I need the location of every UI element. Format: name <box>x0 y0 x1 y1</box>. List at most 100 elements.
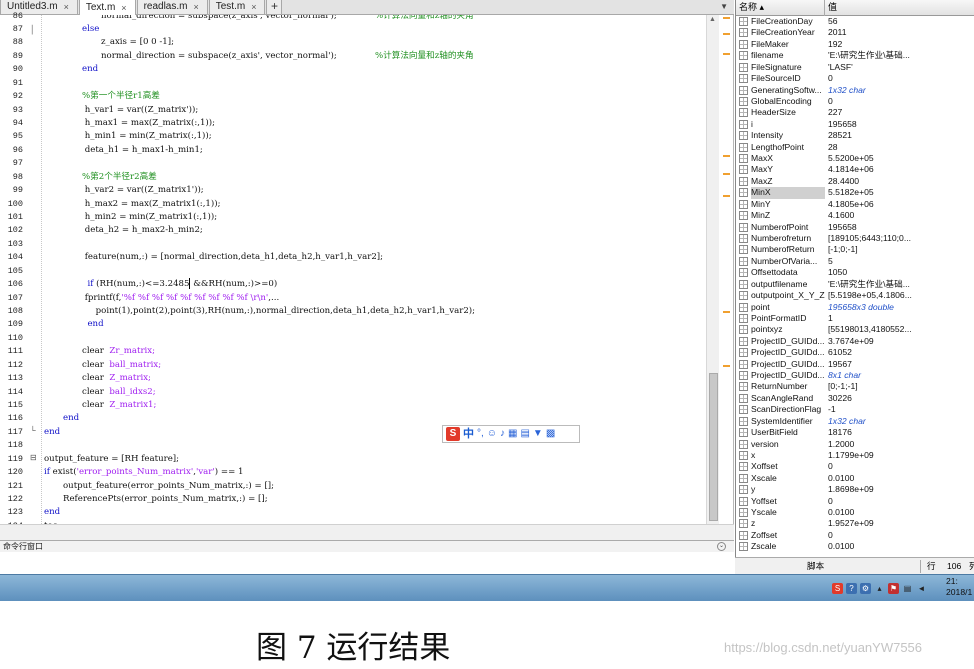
line-number[interactable]: 89 <box>13 50 23 63</box>
code-line[interactable]: else <box>82 23 99 36</box>
new-tab-button[interactable]: + <box>266 0 283 14</box>
variable-row[interactable]: ReturnNumber [0;-1;-1] <box>736 381 974 392</box>
expand-tray-icon[interactable]: ▴ <box>874 583 885 594</box>
variable-row[interactable]: z 1.9527e+09 <box>736 518 974 529</box>
line-number[interactable]: 117 <box>8 426 23 439</box>
line-number[interactable]: 116 <box>8 412 23 425</box>
variable-row[interactable]: Xoffset 0 <box>736 461 974 472</box>
line-number[interactable]: 103 <box>8 238 23 251</box>
variable-row[interactable]: Zoffset 0 <box>736 530 974 541</box>
editor-tab[interactable]: Untitled3.m × <box>0 0 78 14</box>
variable-row[interactable]: FileCreationYear 2011 <box>736 27 974 38</box>
network-tray-icon[interactable]: ▤ <box>902 583 913 594</box>
variable-row[interactable]: outputpoint_X_Y_Z [5.5198e+05,4.1806... <box>736 290 974 301</box>
line-number[interactable]: 94 <box>13 117 23 130</box>
variable-row[interactable]: UserBitField 18176 <box>736 427 974 438</box>
variable-row[interactable]: GeneratingSoftw... 1x32 char <box>736 85 974 96</box>
variable-row[interactable]: version 1.2000 <box>736 439 974 450</box>
variable-row[interactable]: FileSignature 'LASF' <box>736 62 974 73</box>
line-number[interactable]: 93 <box>13 104 23 117</box>
variable-row[interactable]: ScanDirectionFlag -1 <box>736 404 974 415</box>
line-number[interactable]: 120 <box>8 466 23 479</box>
close-tab-icon[interactable]: × <box>121 1 126 15</box>
code-area[interactable]: normal_direction = subspace(z_axis', vec… <box>44 15 706 524</box>
code-line[interactable]: ReferencePts(error_points_Num_matrix,:) … <box>63 493 268 506</box>
line-number[interactable]: 107 <box>8 292 23 305</box>
code-line[interactable]: fprintf(f,'%f %f %f %f %f %f %f %f %f \r… <box>82 292 280 305</box>
horizontal-scrollbar[interactable] <box>0 524 734 540</box>
line-number[interactable]: 108 <box>8 305 23 318</box>
warning-marker[interactable] <box>723 195 730 197</box>
code-line[interactable]: clear ball_idxs2; <box>82 386 156 399</box>
command-window-options-icon[interactable]: ⌄ <box>717 542 726 551</box>
code-line[interactable]: %第一个半径r1高差 <box>82 90 160 103</box>
warning-marker[interactable] <box>723 33 730 35</box>
code-line[interactable]: normal_direction = subspace(z_axis', vec… <box>101 15 474 23</box>
code-line[interactable]: %第2个半径r2高差 <box>82 171 157 184</box>
variable-row[interactable]: FileMaker 192 <box>736 39 974 50</box>
code-line[interactable]: h_min1 = min(Z_matrix(:,1)); <box>82 130 212 143</box>
code-line[interactable]: h_var1 = var((Z_matrix')); <box>82 104 199 117</box>
variable-row[interactable]: ProjectID_GUIDd... 19567 <box>736 359 974 370</box>
help-tray-icon[interactable]: ? <box>846 582 857 594</box>
line-number[interactable]: 121 <box>8 480 23 493</box>
line-number[interactable]: 87 <box>13 23 23 36</box>
ime-language-toggle[interactable]: 中 <box>463 427 474 441</box>
line-number[interactable]: 102 <box>8 224 23 237</box>
ime-menu-icon[interactable]: ▩ <box>546 427 555 441</box>
ime-skin-icon[interactable]: ▼ <box>533 427 543 441</box>
line-number[interactable]: 123 <box>8 506 23 519</box>
volume-tray-icon[interactable]: ◄ <box>916 583 927 594</box>
editor-tab[interactable]: Text.m × <box>78 0 136 15</box>
variable-row[interactable]: ProjectID_GUIDd... 3.7674e+09 <box>736 336 974 347</box>
variable-row[interactable]: filename 'E:\研究生作业\基础... <box>736 50 974 61</box>
variable-row[interactable]: y 1.8698e+09 <box>736 484 974 495</box>
ime-toolbox-icon[interactable]: ▤ <box>520 427 529 441</box>
variable-row[interactable]: i 195658 <box>736 119 974 130</box>
warning-marker[interactable] <box>723 311 730 313</box>
variable-row[interactable]: MaxZ 28.4400 <box>736 176 974 187</box>
column-divider[interactable] <box>824 0 825 16</box>
variable-row[interactable]: SystemIdentifier 1x32 char <box>736 416 974 427</box>
vertical-scrollbar[interactable]: ▲ <box>706 15 719 524</box>
code-line[interactable]: clear Z_matrix; <box>82 372 151 385</box>
line-number[interactable]: 91 <box>13 77 23 90</box>
code-line[interactable]: if (RH(num,:)<=3.2485 &&RH(num,:)>=0) <box>82 278 277 291</box>
line-number[interactable]: 112 <box>8 359 23 372</box>
variable-row[interactable]: Zscale 0.0100 <box>736 541 974 552</box>
line-number[interactable]: 98 <box>13 171 23 184</box>
variable-row[interactable]: Offsettodata 1050 <box>736 267 974 278</box>
variable-row[interactable]: Intensity 28521 <box>736 130 974 141</box>
variable-row[interactable]: outputfilename 'E:\研究生作业\基础... <box>736 279 974 290</box>
variable-row[interactable]: FileSourceID 0 <box>736 73 974 84</box>
warning-marker[interactable] <box>723 365 730 367</box>
variable-row[interactable]: point 195658x3 double <box>736 302 974 313</box>
code-line[interactable]: clear Z_matrix1; <box>82 399 156 412</box>
line-number[interactable]: 97 <box>13 157 23 170</box>
taskbar-clock[interactable]: 21: 2018/1 <box>946 576 972 598</box>
line-number[interactable]: 92 <box>13 90 23 103</box>
fold-start-icon[interactable]: ⊟ <box>30 453 37 462</box>
variable-row[interactable]: ProjectID_GUIDd... 8x1 char <box>736 370 974 381</box>
code-line[interactable]: end <box>44 426 60 439</box>
editor-tab[interactable]: Test.m × <box>208 0 266 14</box>
code-line[interactable]: end <box>82 318 103 331</box>
variable-row[interactable]: NumberofReturn [-1;0;-1] <box>736 244 974 255</box>
code-line[interactable]: h_max1 = max(Z_matrix(:,1)); <box>82 117 215 130</box>
variable-row[interactable]: MinX 5.5182e+05 <box>736 187 974 199</box>
warning-marker[interactable] <box>723 173 730 175</box>
ime-punctuation-icon[interactable]: °, <box>477 427 484 441</box>
close-tab-icon[interactable]: × <box>193 0 198 14</box>
variable-row[interactable]: MinY 4.1805e+06 <box>736 199 974 210</box>
code-line[interactable]: deta_h1 = h_max1-h_min1; <box>82 144 203 157</box>
warning-marker[interactable] <box>723 17 730 19</box>
variable-row[interactable]: Yoffset 0 <box>736 496 974 507</box>
variable-row[interactable]: Xscale 0.0100 <box>736 473 974 484</box>
variable-row[interactable]: GlobalEncoding 0 <box>736 96 974 107</box>
column-header-value[interactable]: 值 <box>828 0 837 15</box>
ime-keyboard-icon[interactable]: ▦ <box>508 427 517 441</box>
ime-logo-icon[interactable]: S <box>446 427 460 441</box>
ime-emoji-icon[interactable]: ☺ <box>487 427 497 441</box>
warning-marker-bar[interactable] <box>720 15 733 524</box>
line-number[interactable]: 113 <box>8 372 23 385</box>
